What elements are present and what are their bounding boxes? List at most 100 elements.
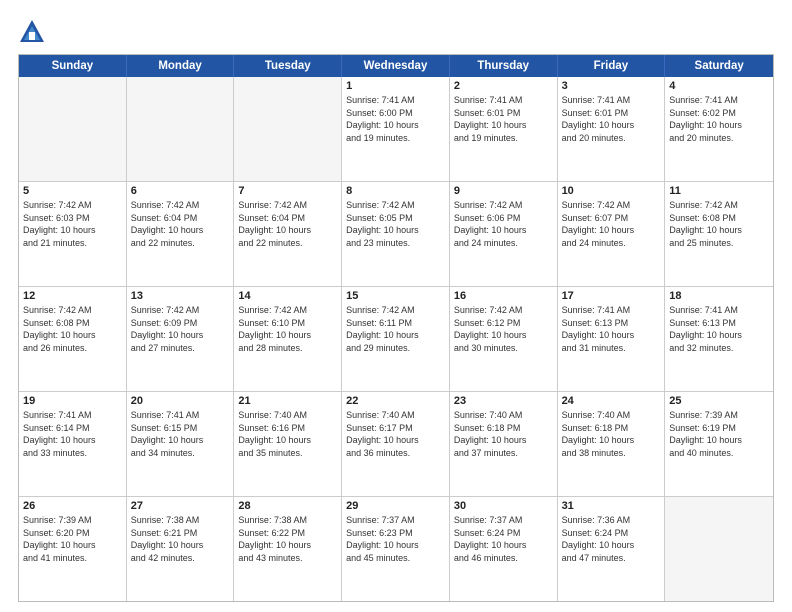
day-info: Sunrise: 7:37 AM Sunset: 6:24 PM Dayligh… — [454, 514, 553, 564]
day-number: 19 — [23, 395, 122, 407]
day-number: 9 — [454, 185, 553, 197]
day-info: Sunrise: 7:41 AM Sunset: 6:00 PM Dayligh… — [346, 94, 445, 144]
day-cell: 30 Sunrise: 7:37 AM Sunset: 6:24 PM Dayli… — [450, 497, 558, 601]
day-number: 23 — [454, 395, 553, 407]
day-cell: 18 Sunrise: 7:41 AM Sunset: 6:13 PM Dayli… — [665, 287, 773, 391]
day-number: 18 — [669, 290, 769, 302]
day-number: 17 — [562, 290, 661, 302]
day-info: Sunrise: 7:42 AM Sunset: 6:08 PM Dayligh… — [23, 304, 122, 354]
day-cell: 19Sunrise: 7:41 AM Sunset: 6:14 PM Dayli… — [19, 392, 127, 496]
day-number: 2 — [454, 80, 553, 92]
day-cell: 25Sunrise: 7:39 AM Sunset: 6:19 PM Dayli… — [665, 392, 773, 496]
day-number: 27 — [131, 500, 230, 512]
day-info: Sunrise: 7:41 AM Sunset: 6:02 PM Dayligh… — [669, 94, 769, 144]
calendar-row: 26 Sunrise: 7:39 AM Sunset: 6:20 PM Dayli… — [19, 496, 773, 601]
empty-cell — [234, 77, 342, 181]
day-number: 4 — [669, 80, 769, 92]
day-number: 20 — [131, 395, 230, 407]
day-info: Sunrise: 7:42 AM Sunset: 6:04 PM Dayligh… — [131, 199, 230, 249]
logo — [18, 18, 50, 46]
day-number: 14 — [238, 290, 337, 302]
day-info: Sunrise: 7:42 AM Sunset: 6:09 PM Dayligh… — [131, 304, 230, 354]
day-number: 25 — [669, 395, 769, 407]
day-cell: 1Sunrise: 7:41 AM Sunset: 6:00 PM Daylig… — [342, 77, 450, 181]
calendar-row: 1Sunrise: 7:41 AM Sunset: 6:00 PM Daylig… — [19, 77, 773, 181]
day-info: Sunrise: 7:40 AM Sunset: 6:16 PM Dayligh… — [238, 409, 337, 459]
day-cell: 6 Sunrise: 7:42 AM Sunset: 6:04 PM Daylig… — [127, 182, 235, 286]
weekday-header: Thursday — [450, 55, 558, 77]
day-info: Sunrise: 7:41 AM Sunset: 6:01 PM Dayligh… — [454, 94, 553, 144]
calendar-row: 5 Sunrise: 7:42 AM Sunset: 6:03 PM Daylig… — [19, 181, 773, 286]
day-number: 16 — [454, 290, 553, 302]
day-number: 15 — [346, 290, 445, 302]
day-cell: 8Sunrise: 7:42 AM Sunset: 6:05 PM Daylig… — [342, 182, 450, 286]
day-info: Sunrise: 7:38 AM Sunset: 6:22 PM Dayligh… — [238, 514, 337, 564]
day-info: Sunrise: 7:42 AM Sunset: 6:04 PM Dayligh… — [238, 199, 337, 249]
day-number: 5 — [23, 185, 122, 197]
day-number: 30 — [454, 500, 553, 512]
day-number: 26 — [23, 500, 122, 512]
day-number: 3 — [562, 80, 661, 92]
day-info: Sunrise: 7:42 AM Sunset: 6:03 PM Dayligh… — [23, 199, 122, 249]
weekday-header: Tuesday — [234, 55, 342, 77]
day-info: Sunrise: 7:38 AM Sunset: 6:21 PM Dayligh… — [131, 514, 230, 564]
day-number: 28 — [238, 500, 337, 512]
day-cell: 3 Sunrise: 7:41 AM Sunset: 6:01 PM Daylig… — [558, 77, 666, 181]
day-info: Sunrise: 7:42 AM Sunset: 6:11 PM Dayligh… — [346, 304, 445, 354]
logo-icon — [18, 18, 46, 46]
day-cell: 22Sunrise: 7:40 AM Sunset: 6:17 PM Dayli… — [342, 392, 450, 496]
day-info: Sunrise: 7:40 AM Sunset: 6:18 PM Dayligh… — [562, 409, 661, 459]
calendar-body: 1Sunrise: 7:41 AM Sunset: 6:00 PM Daylig… — [19, 77, 773, 601]
day-cell: 24 Sunrise: 7:40 AM Sunset: 6:18 PM Dayli… — [558, 392, 666, 496]
empty-cell — [19, 77, 127, 181]
empty-cell — [665, 497, 773, 601]
day-info: Sunrise: 7:42 AM Sunset: 6:10 PM Dayligh… — [238, 304, 337, 354]
day-info: Sunrise: 7:42 AM Sunset: 6:08 PM Dayligh… — [669, 199, 769, 249]
day-info: Sunrise: 7:42 AM Sunset: 6:12 PM Dayligh… — [454, 304, 553, 354]
day-number: 10 — [562, 185, 661, 197]
day-number: 11 — [669, 185, 769, 197]
day-info: Sunrise: 7:42 AM Sunset: 6:07 PM Dayligh… — [562, 199, 661, 249]
day-cell: 20 Sunrise: 7:41 AM Sunset: 6:15 PM Dayli… — [127, 392, 235, 496]
page: SundayMondayTuesdayWednesdayThursdayFrid… — [0, 0, 792, 612]
day-info: Sunrise: 7:41 AM Sunset: 6:01 PM Dayligh… — [562, 94, 661, 144]
day-number: 13 — [131, 290, 230, 302]
day-cell: 9 Sunrise: 7:42 AM Sunset: 6:06 PM Daylig… — [450, 182, 558, 286]
day-number: 31 — [562, 500, 661, 512]
day-cell: 7 Sunrise: 7:42 AM Sunset: 6:04 PM Daylig… — [234, 182, 342, 286]
day-cell: 11 Sunrise: 7:42 AM Sunset: 6:08 PM Dayli… — [665, 182, 773, 286]
calendar: SundayMondayTuesdayWednesdayThursdayFrid… — [18, 54, 774, 602]
day-cell: 27 Sunrise: 7:38 AM Sunset: 6:21 PM Dayli… — [127, 497, 235, 601]
day-cell: 29 Sunrise: 7:37 AM Sunset: 6:23 PM Dayli… — [342, 497, 450, 601]
day-info: Sunrise: 7:39 AM Sunset: 6:20 PM Dayligh… — [23, 514, 122, 564]
day-info: Sunrise: 7:42 AM Sunset: 6:05 PM Dayligh… — [346, 199, 445, 249]
day-number: 21 — [238, 395, 337, 407]
weekday-header: Monday — [127, 55, 235, 77]
day-info: Sunrise: 7:42 AM Sunset: 6:06 PM Dayligh… — [454, 199, 553, 249]
day-info: Sunrise: 7:41 AM Sunset: 6:15 PM Dayligh… — [131, 409, 230, 459]
day-cell: 23 Sunrise: 7:40 AM Sunset: 6:18 PM Dayli… — [450, 392, 558, 496]
weekday-header: Friday — [558, 55, 666, 77]
empty-cell — [127, 77, 235, 181]
day-number: 7 — [238, 185, 337, 197]
day-info: Sunrise: 7:36 AM Sunset: 6:24 PM Dayligh… — [562, 514, 661, 564]
day-number: 22 — [346, 395, 445, 407]
calendar-row: 12Sunrise: 7:42 AM Sunset: 6:08 PM Dayli… — [19, 286, 773, 391]
day-number: 6 — [131, 185, 230, 197]
day-cell: 13 Sunrise: 7:42 AM Sunset: 6:09 PM Dayli… — [127, 287, 235, 391]
day-cell: 17 Sunrise: 7:41 AM Sunset: 6:13 PM Dayli… — [558, 287, 666, 391]
day-info: Sunrise: 7:40 AM Sunset: 6:18 PM Dayligh… — [454, 409, 553, 459]
day-cell: 31 Sunrise: 7:36 AM Sunset: 6:24 PM Dayli… — [558, 497, 666, 601]
day-info: Sunrise: 7:37 AM Sunset: 6:23 PM Dayligh… — [346, 514, 445, 564]
day-number: 24 — [562, 395, 661, 407]
day-number: 29 — [346, 500, 445, 512]
day-cell: 10 Sunrise: 7:42 AM Sunset: 6:07 PM Dayli… — [558, 182, 666, 286]
day-cell: 15 Sunrise: 7:42 AM Sunset: 6:11 PM Dayli… — [342, 287, 450, 391]
day-info: Sunrise: 7:41 AM Sunset: 6:13 PM Dayligh… — [669, 304, 769, 354]
day-cell: 12Sunrise: 7:42 AM Sunset: 6:08 PM Dayli… — [19, 287, 127, 391]
header — [18, 18, 774, 46]
weekday-header: Sunday — [19, 55, 127, 77]
day-info: Sunrise: 7:41 AM Sunset: 6:13 PM Dayligh… — [562, 304, 661, 354]
day-cell: 4 Sunrise: 7:41 AM Sunset: 6:02 PM Daylig… — [665, 77, 773, 181]
calendar-header: SundayMondayTuesdayWednesdayThursdayFrid… — [19, 55, 773, 77]
